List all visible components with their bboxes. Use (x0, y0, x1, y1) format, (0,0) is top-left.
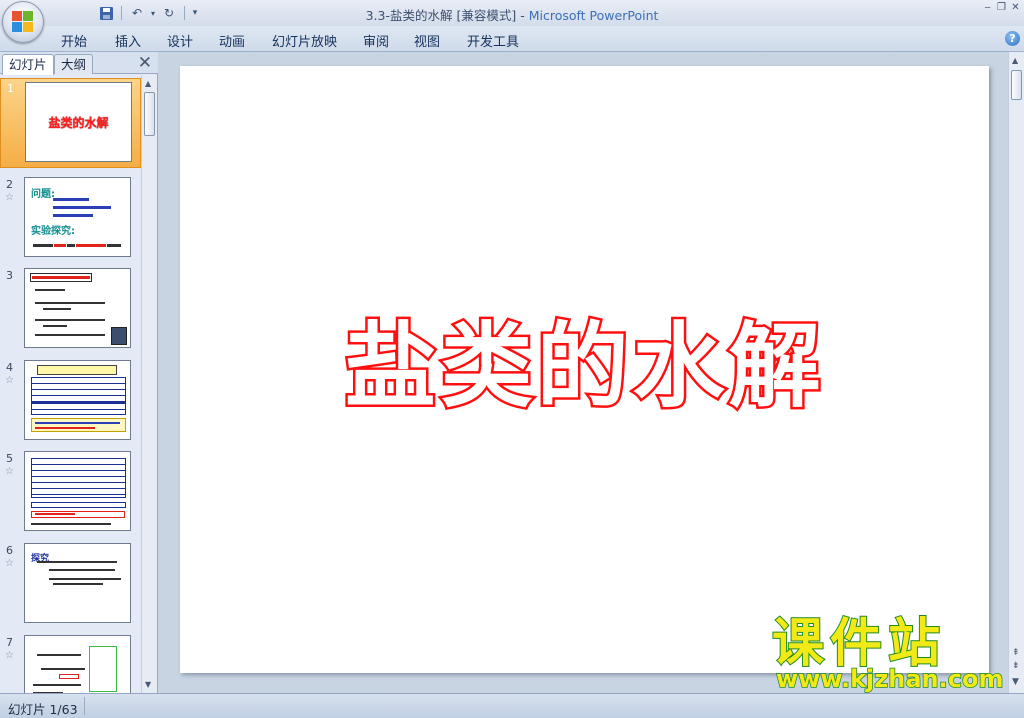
thumbnail-scrollbar[interactable]: ▲ ▼ (141, 76, 157, 693)
status-bar: 幻灯片 1/63 (0, 693, 1024, 718)
slide-number: 1 (7, 82, 14, 95)
tab-animations[interactable]: 动画 (219, 31, 245, 50)
slide-canvas[interactable]: 盐类的水解 (180, 66, 989, 673)
slide-number: 4 (6, 361, 13, 374)
thumbnail-list: 1 盐类的水解 2 ☆ 问题: 实验探究: 3 4 ☆ 5 ☆ 6 ☆ 探究 7… (0, 76, 141, 693)
thumbnail-image (24, 635, 131, 693)
chevron-down-icon: ▾ (192, 8, 198, 18)
watermark-url: www.kjzhan.com (775, 665, 1004, 693)
panel-tabs: 幻灯片 大纲 ✕ (0, 52, 158, 75)
tab-slideshow[interactable]: 幻灯片放映 (272, 31, 337, 50)
next-slide-icon[interactable]: ⇟ (1012, 662, 1020, 671)
thumbnail-image: 盐类的水解 (25, 82, 132, 162)
close-window-button[interactable]: ✕ (1009, 2, 1022, 14)
chevron-down-icon: ▾ (150, 8, 155, 18)
animation-star-icon: ☆ (5, 466, 14, 477)
thumbnail-image (24, 451, 131, 531)
office-button[interactable] (2, 1, 44, 43)
slide-thumbnail-4[interactable]: 4 ☆ (0, 358, 141, 444)
slide-counter: 幻灯片 1/63 (8, 702, 78, 717)
animation-star-icon: ☆ (5, 192, 14, 203)
window-title: 3.3-盐类的水解 [兼容模式] - Microsoft PowerPoint (250, 5, 774, 24)
slide-number: 5 (6, 452, 13, 465)
thumbnail-heading: 问题: (31, 189, 55, 200)
slide-number: 2 (6, 178, 13, 191)
scroll-down-icon[interactable]: ▼ (145, 680, 151, 689)
qat-separator (184, 6, 185, 20)
slide-number: 7 (6, 636, 13, 649)
slides-panel: 幻灯片 大纲 ✕ 1 盐类的水解 2 ☆ 问题: 实验探究: 3 4 ☆ 5 ☆… (0, 52, 158, 693)
scroll-thumb[interactable] (144, 92, 155, 136)
redo-button[interactable]: ↻ (159, 4, 179, 22)
scroll-thumb[interactable] (1011, 70, 1022, 100)
undo-button[interactable]: ↶ (127, 4, 147, 22)
tab-insert[interactable]: 插入 (115, 31, 141, 50)
ribbon-tabs: 开始 插入 设计 动画 幻灯片放映 审阅 视图 开发工具 ? (0, 26, 1024, 52)
status-separator (84, 697, 85, 715)
thumbnail-image: 探究 (24, 543, 131, 623)
customize-qat-button[interactable]: ▾ (190, 4, 200, 22)
office-logo-icon (12, 11, 34, 33)
save-icon (99, 6, 113, 20)
slide-title[interactable]: 盐类的水解 (180, 292, 989, 425)
restore-button[interactable]: ❐ (995, 2, 1008, 14)
tab-developer[interactable]: 开发工具 (467, 31, 519, 50)
thumbnail-image (24, 360, 131, 440)
slide-workspace: 盐类的水解 (159, 52, 1008, 693)
redo-icon: ↻ (163, 6, 175, 20)
slide-thumbnail-7[interactable]: 7 ☆ (0, 633, 141, 693)
slide-thumbnail-3[interactable]: 3 (0, 266, 141, 352)
animation-star-icon: ☆ (5, 375, 14, 386)
animation-star-icon: ☆ (5, 650, 14, 661)
app-name: Microsoft PowerPoint (528, 8, 659, 23)
qat-separator (121, 6, 122, 20)
editor-scrollbar[interactable]: ▲ ⇞ ⇟ ▼ (1008, 52, 1024, 693)
tab-review[interactable]: 审阅 (363, 31, 389, 50)
close-icon[interactable]: ✕ (138, 53, 152, 73)
minimize-button[interactable]: ‒ (981, 2, 994, 14)
thumbnail-title: 盐类的水解 (48, 116, 109, 130)
tab-view[interactable]: 视图 (414, 31, 440, 50)
window-controls: ‒ ❐ ✕ (981, 2, 1022, 14)
tab-slides[interactable]: 幻灯片 (2, 54, 54, 75)
tab-design[interactable]: 设计 (167, 31, 193, 50)
quick-access-toolbar: ↶ ▾ ↻ ▾ (50, 4, 200, 22)
slide-thumbnail-6[interactable]: 6 ☆ 探究 (0, 541, 141, 627)
help-icon[interactable]: ? (1005, 31, 1020, 46)
animation-star-icon: ☆ (5, 558, 14, 569)
slide-thumbnail-2[interactable]: 2 ☆ 问题: 实验探究: (0, 175, 141, 261)
slide-number: 6 (6, 544, 13, 557)
slide-thumbnail-1[interactable]: 1 盐类的水解 (0, 78, 141, 168)
tab-outline[interactable]: 大纲 (54, 54, 94, 74)
slide-thumbnail-5[interactable]: 5 ☆ (0, 449, 141, 535)
previous-slide-icon[interactable]: ⇞ (1012, 649, 1020, 658)
thumbnail-image (24, 268, 131, 348)
scroll-up-icon[interactable]: ▲ (1012, 56, 1018, 65)
undo-dropdown[interactable]: ▾ (149, 4, 157, 22)
undo-icon: ↶ (131, 6, 143, 20)
document-name: 3.3-盐类的水解 [兼容模式] (365, 8, 517, 23)
thumbnail-box (89, 646, 117, 692)
scroll-down-icon[interactable]: ▼ (1012, 678, 1019, 687)
scroll-up-icon[interactable]: ▲ (145, 79, 151, 88)
title-bar: ↶ ▾ ↻ ▾ 3.3-盐类的水解 [兼容模式] - Microsoft Pow… (0, 0, 1024, 26)
thumbnail-heading: 实验探究: (31, 226, 75, 237)
title-separator: - (516, 8, 529, 23)
save-button[interactable] (96, 4, 116, 22)
tab-home[interactable]: 开始 (61, 31, 87, 50)
thumbnail-image: 问题: 实验探究: (24, 177, 131, 257)
slide-number: 3 (6, 269, 13, 282)
